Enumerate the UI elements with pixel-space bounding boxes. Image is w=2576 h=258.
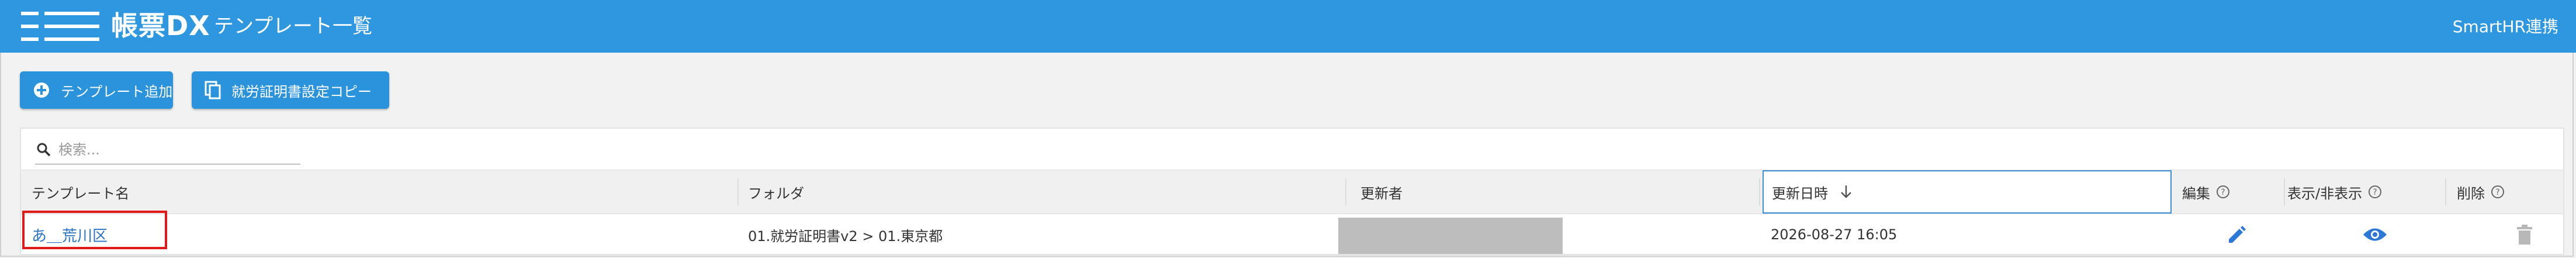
column-folder-label: フォルダ	[748, 185, 804, 202]
column-header-edit: 編集 ?	[2182, 170, 2230, 214]
plus-circle-icon	[33, 81, 50, 99]
table-row[interactable]: あ＿荒川区 01.就労証明書v2 > 01.東京都 2026-08-27 16:…	[21, 211, 2563, 255]
column-updated-by-label: 更新者	[1360, 185, 1403, 202]
column-header-visibility: 表示/非表示 ?	[2287, 170, 2382, 214]
pencil-icon[interactable]	[2225, 214, 2246, 255]
search-input[interactable]	[57, 141, 288, 159]
arrow-down-icon	[1840, 184, 1853, 199]
template-name-cell: あ＿荒川区	[22, 211, 167, 255]
column-updated-at-label: 更新日時	[1772, 185, 1828, 202]
smarthr-link[interactable]: SmartHR連携	[2453, 16, 2558, 37]
svg-text:?: ?	[2221, 188, 2225, 197]
table-header: テンプレート名 フォルダ 更新者 更新日時 編集 ? 表示/非表示 ? 削除 ?	[21, 170, 2563, 214]
question-circle-icon[interactable]: ?	[2368, 185, 2382, 199]
copy-cert-settings-button[interactable]: 就労証明書設定コピー	[192, 71, 389, 109]
add-template-button[interactable]: テンプレート追加	[20, 71, 173, 109]
question-circle-icon[interactable]: ?	[2491, 185, 2505, 199]
column-header-updated-at[interactable]: 更新日時	[1763, 170, 2172, 214]
column-separator[interactable]	[738, 178, 739, 205]
column-separator[interactable]	[2445, 178, 2446, 205]
column-header-folder[interactable]: フォルダ	[748, 170, 804, 214]
column-edit-label: 編集	[2182, 185, 2210, 202]
column-name-label: テンプレート名	[32, 185, 130, 202]
column-separator[interactable]	[2284, 178, 2285, 205]
page-title: テンプレート一覧	[214, 15, 372, 38]
copy-cert-settings-label: 就労証明書設定コピー	[231, 83, 372, 100]
search-icon	[36, 142, 51, 157]
column-header-name[interactable]: テンプレート名	[32, 170, 129, 214]
svg-text:?: ?	[2373, 188, 2377, 197]
add-template-label: テンプレート追加	[61, 83, 173, 100]
eye-icon[interactable]	[2362, 214, 2388, 255]
folder-cell: 01.就労証明書v2 > 01.東京都	[748, 228, 943, 245]
column-header-delete: 削除 ?	[2457, 170, 2505, 214]
updated-at-cell: 2026-08-27 16:05	[1771, 226, 1898, 243]
template-list-panel: テンプレート名 フォルダ 更新者 更新日時 編集 ?	[20, 128, 2564, 255]
column-delete-label: 削除	[2457, 185, 2485, 202]
column-separator[interactable]	[1345, 178, 1346, 205]
highlight-box	[22, 211, 167, 249]
column-separator[interactable]	[1759, 178, 1760, 205]
search-box	[35, 136, 300, 164]
copy-icon	[205, 81, 221, 99]
column-visibility-label: 表示/非表示	[2287, 185, 2363, 202]
app-header: 帳票DX テンプレート一覧 SmartHR連携	[0, 0, 2576, 53]
hamburger-logo-icon[interactable]	[21, 9, 99, 43]
brand-logo: 帳票DX	[111, 10, 210, 42]
column-header-updated-by[interactable]: 更新者	[1360, 170, 1403, 214]
svg-text:?: ?	[2495, 188, 2499, 197]
question-circle-icon[interactable]: ?	[2216, 185, 2230, 199]
trash-icon	[2516, 214, 2533, 255]
